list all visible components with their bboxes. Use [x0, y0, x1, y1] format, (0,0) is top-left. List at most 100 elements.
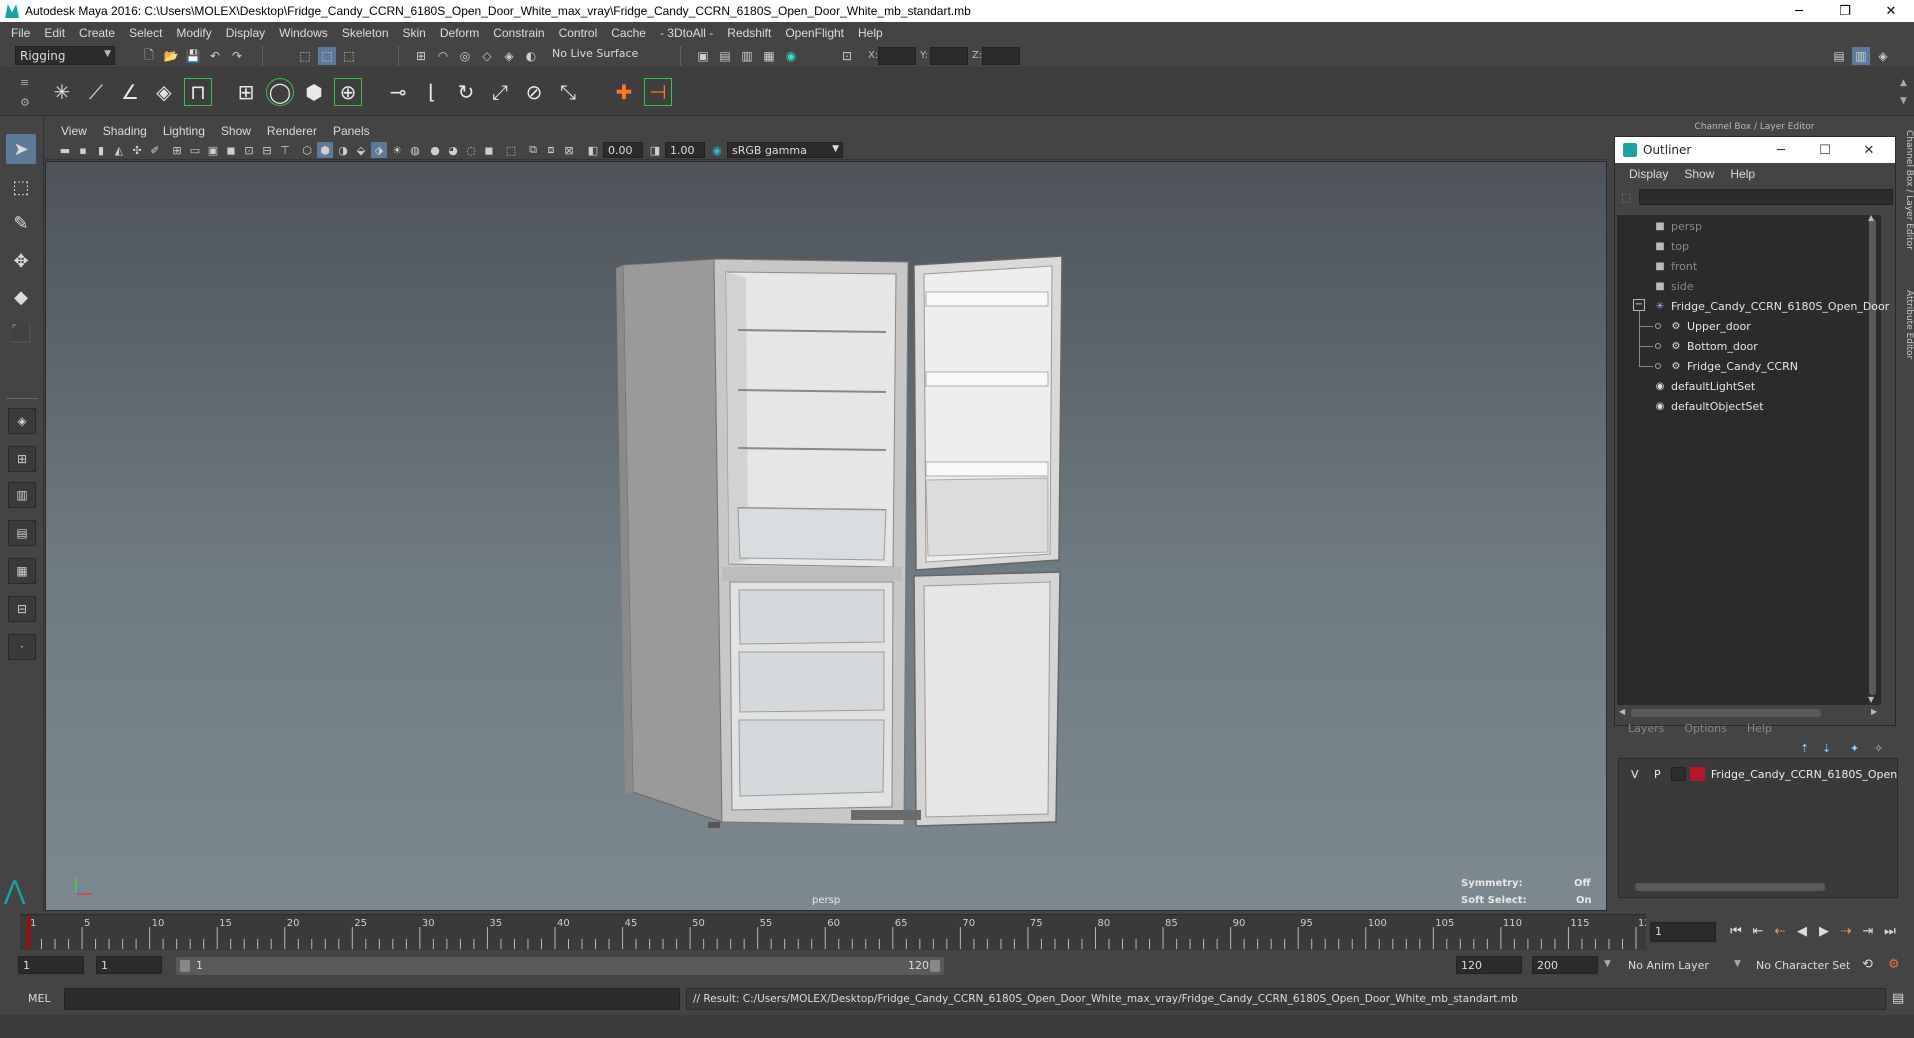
step-back-frame-icon[interactable]: ⇠ — [1770, 920, 1790, 942]
shelf-scroll-down-icon[interactable]: ▼ — [1900, 96, 1907, 106]
scroll-right-icon[interactable]: ▶ — [1871, 707, 1877, 716]
wrap-icon[interactable]: ⬢ — [300, 78, 328, 106]
character-set-dropdown[interactable]: No Character Set — [1756, 959, 1850, 972]
snap-curve-icon[interactable]: ◠ — [434, 47, 452, 65]
end-time-field[interactable]: 200 — [1532, 956, 1598, 974]
outliner-item[interactable]: ⚙ Bottom_door — [1669, 337, 1758, 355]
render-frame-icon[interactable]: ▤ — [716, 47, 734, 65]
menu-create[interactable]: Create — [72, 26, 122, 40]
outliner-item[interactable]: ■ side — [1653, 277, 1693, 295]
constraint-pole-icon[interactable]: ⤡ — [554, 78, 582, 106]
snap-grid-icon[interactable]: ⊞ — [412, 47, 430, 65]
color-space-dropdown[interactable]: sRGB gamma ▼ — [727, 142, 843, 158]
smooth-shade-icon[interactable]: ⬢ — [317, 142, 333, 158]
paint-select-tool-icon[interactable]: ✎ — [6, 208, 36, 238]
play-backward-icon[interactable]: ◀ — [1792, 920, 1812, 942]
playback-start-field[interactable]: 1 — [96, 956, 162, 974]
range-slider[interactable]: 1 120 — [176, 957, 944, 975]
transform-input-icon[interactable]: ⊡ — [838, 47, 856, 65]
isolate-select-icon[interactable]: ⬚ — [503, 142, 519, 158]
shadows-icon[interactable]: ◍ — [407, 142, 423, 158]
perspective-viewport[interactable]: persp Symmetry: Off Soft Select: On — [45, 161, 1607, 911]
anti-aliasing-icon[interactable]: ◌ — [463, 142, 479, 158]
menu-constrain[interactable]: Constrain — [486, 26, 551, 40]
exposure-field[interactable]: 0.00 — [603, 142, 643, 158]
menu-set-dropdown[interactable]: Rigging ▼ — [15, 46, 115, 65]
outliner-item[interactable]: ■ top — [1653, 237, 1689, 255]
redo-icon[interactable]: ↷ — [228, 47, 246, 65]
xray-joints-icon[interactable]: ⧉ — [525, 142, 541, 158]
lasso-tool-icon[interactable]: ⬚ — [6, 172, 36, 202]
gamma-field[interactable]: 1.00 — [665, 142, 705, 158]
xray-active-icon[interactable]: ⊠ — [561, 142, 577, 158]
hypershade-icon[interactable]: ◉ — [782, 47, 800, 65]
anim-layer-dropdown[interactable]: No Anim Layer — [1628, 959, 1709, 972]
script-language-toggle[interactable]: MEL — [28, 992, 51, 1005]
range-start-handle[interactable] — [180, 960, 190, 972]
help-menu-item[interactable]: Help — [1737, 722, 1782, 738]
tab-channel-box[interactable]: Channel Box / Layer Editor — [1900, 130, 1914, 270]
viewport-menu-lighting[interactable]: Lighting — [155, 124, 213, 138]
bookmark-icon[interactable]: ▮ — [93, 142, 109, 158]
select-hierarchy-icon[interactable]: ⬚ — [296, 47, 314, 65]
outliner-horizontal-scrollbar[interactable] — [1631, 709, 1821, 717]
camera-attributes-icon[interactable]: ▪ — [75, 142, 91, 158]
select-tool-icon[interactable]: ➤ — [6, 134, 36, 164]
shelf-menu-icon[interactable]: ≡ — [20, 76, 29, 89]
safe-action-icon[interactable]: ⊟ — [259, 142, 275, 158]
menu-edit[interactable]: Edit — [37, 26, 72, 40]
xray-icon[interactable]: ⬗ — [371, 142, 387, 158]
close-button[interactable]: ✕ — [1868, 0, 1914, 22]
cluster-handle-icon[interactable]: ⊣ — [644, 78, 672, 106]
chevron-down-icon[interactable]: ▼ — [1734, 959, 1741, 969]
current-time-marker[interactable] — [27, 917, 30, 949]
play-forward-icon[interactable]: ▶ — [1814, 920, 1834, 942]
y-field[interactable] — [930, 47, 968, 65]
camera-select-icon[interactable]: ▬ — [57, 142, 73, 158]
new-scene-icon[interactable]: 🗋 — [140, 47, 158, 65]
render-settings-icon[interactable]: ▦ — [760, 47, 778, 65]
outliner-item[interactable]: ⚙ Fridge_Candy_CCRN — [1669, 357, 1798, 375]
viewport-menu-panels[interactable]: Panels — [325, 124, 378, 138]
layer-playback-toggle[interactable]: P — [1654, 768, 1667, 781]
outliner-search-input[interactable] — [1639, 189, 1893, 205]
snap-surface-icon[interactable]: ◈ — [500, 47, 518, 65]
menu-modify[interactable]: Modify — [169, 26, 218, 40]
move-tool-icon[interactable]: ✥ — [6, 246, 36, 276]
scale-tool-icon[interactable]: ⬛ — [6, 318, 36, 348]
viewport-menu-renderer[interactable]: Renderer — [259, 124, 325, 138]
grid-icon[interactable]: ⊞ — [169, 142, 185, 158]
wireframe-icon[interactable]: ⬡ — [299, 142, 315, 158]
menu-select[interactable]: Select — [122, 26, 169, 40]
restore-button[interactable]: ❐ — [1822, 0, 1868, 22]
filter-icon[interactable]: ⬚ — [1621, 191, 1631, 204]
minimize-button[interactable]: ─ — [1776, 0, 1822, 22]
viewport-menu-shading[interactable]: Shading — [95, 124, 155, 138]
wire-icon[interactable]: ⊕ — [334, 78, 362, 106]
viewport-menu-view[interactable]: View — [53, 124, 95, 138]
go-to-start-icon[interactable]: ⏮ — [1726, 920, 1746, 942]
collapse-toggle-icon[interactable]: − — [1633, 299, 1645, 311]
locator-icon[interactable]: ✚ — [610, 78, 638, 106]
menu-file[interactable]: File — [4, 26, 37, 40]
scroll-up-icon[interactable]: ▲ — [1868, 213, 1874, 222]
menu-control[interactable]: Control — [552, 26, 605, 40]
field-chart-icon[interactable]: ⊡ — [241, 142, 257, 158]
menu-windows[interactable]: Windows — [272, 26, 335, 40]
exposure-icon[interactable]: ◧ — [585, 142, 601, 158]
playback-end-field[interactable]: 120 — [1456, 956, 1522, 974]
outliner-maximize-button[interactable]: ☐ — [1805, 137, 1845, 163]
menu-cache[interactable]: Cache — [604, 26, 653, 40]
outliner-menu-help[interactable]: Help — [1722, 167, 1763, 181]
constraint-aim-icon[interactable]: ⌊ — [418, 78, 446, 106]
use-lights-icon[interactable]: ☀ — [389, 142, 405, 158]
single-perspective-layout-icon[interactable]: ◈ — [8, 408, 36, 434]
undo-icon[interactable]: ↶ — [206, 47, 224, 65]
snap-point-icon[interactable]: ◎ — [456, 47, 474, 65]
outliner-minimize-button[interactable]: ─ — [1761, 137, 1801, 163]
outliner-close-button[interactable]: ✕ — [1849, 137, 1889, 163]
sidebar-toggle-icon[interactable]: ▤ — [1830, 47, 1848, 65]
hypershade-layout-icon[interactable]: ▦ — [8, 558, 36, 584]
script-editor-icon[interactable]: ▤ — [1892, 991, 1904, 1006]
menu-3dtoall[interactable]: - 3DtoAll - — [653, 26, 720, 40]
